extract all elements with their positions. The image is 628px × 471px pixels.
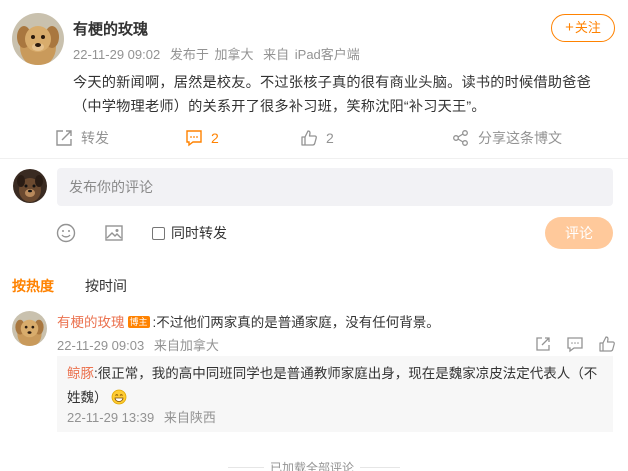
comment-like-icon[interactable] — [598, 335, 616, 353]
post-timestamp[interactable]: 22-11-29 09:02 — [73, 47, 160, 62]
reply-meta: 22-11-29 13:39 来自陕西 — [67, 407, 216, 426]
tab-by-popularity[interactable]: 按热度 — [12, 276, 54, 296]
reply-text: :很正常，我的高中同班同学也是普通教师家庭出身，现在是魏家凉皮法定代表人（不姓魏… — [67, 366, 598, 405]
comment-body: 有梗的玫瑰 博主:不过他们两家真的是普通家庭，没有任何背景。 — [57, 311, 440, 331]
like-button[interactable]: 2 — [300, 124, 334, 152]
follow-button[interactable]: +关注 — [551, 14, 615, 42]
repost-label: 转发 — [81, 130, 109, 146]
post-location: 加拿大 — [214, 47, 254, 62]
post-source: iPad客户端 — [294, 47, 360, 62]
post-meta: 22-11-29 09:02 发布于 加拿大 来自 iPad客户端 — [73, 44, 360, 63]
comment-text: :不过他们两家真的是普通家庭，没有任何背景。 — [152, 315, 440, 330]
comment-username[interactable]: 有梗的玫瑰 — [57, 315, 125, 330]
source-prefix: 来自 — [263, 47, 290, 62]
follow-label: 关注 — [574, 20, 601, 35]
author-name[interactable]: 有梗的玫瑰 — [73, 18, 148, 39]
reply-thread: 鲸豚:很正常，我的高中同班同学也是普通教师家庭出身，现在是魏家凉皮法定代表人（不… — [57, 356, 613, 432]
repost-icon — [56, 130, 72, 146]
reply-username[interactable]: 鲸豚 — [67, 366, 94, 381]
posted-in-prefix: 发布于 — [169, 47, 209, 62]
emoji-icon[interactable] — [55, 222, 77, 244]
repost-too-checkbox[interactable]: 同时转发 — [152, 223, 227, 243]
reply-location: 来自陕西 — [163, 410, 216, 425]
submit-comment-button[interactable]: 评论 — [545, 217, 613, 249]
comment-location: 来自加拿大 — [153, 338, 219, 353]
post-text: 今天的新闻啊，居然是校友。不过张核子真的很有商业头脑。读书的时候借助爸爸（中学物… — [73, 75, 591, 115]
commenter-avatar[interactable] — [12, 311, 47, 346]
comment-repost-icon[interactable] — [534, 335, 552, 353]
comment-reply-icon[interactable] — [566, 335, 584, 353]
thumbs-up-icon — [301, 130, 317, 146]
tab-by-time[interactable]: 按时间 — [85, 276, 127, 296]
share-label: 分享这条博文 — [478, 130, 562, 146]
comment-button[interactable]: 2 — [185, 124, 219, 152]
author-avatar[interactable] — [12, 13, 64, 65]
comment-icon — [186, 130, 202, 147]
repost-button[interactable]: 转发 — [55, 124, 109, 152]
comment-input[interactable] — [57, 168, 613, 206]
post-actions: 转发 2 2 分享这条博文 — [0, 124, 628, 152]
repost-too-label: 同时转发 — [171, 225, 227, 241]
comment-timestamp: 22-11-29 09:03 — [57, 338, 145, 353]
reply-body: 鲸豚:很正常，我的高中同班同学也是普通教师家庭出身，现在是魏家凉皮法定代表人（不… — [67, 362, 607, 413]
all-comments-loaded-text: 已加载全部评论 — [264, 459, 361, 471]
comment-meta: 22-11-29 09:03 来自加拿大 — [57, 335, 219, 354]
current-user-avatar[interactable] — [13, 169, 47, 203]
divider — [0, 158, 628, 159]
comment-sort-tabs: 按热度 按时间 — [12, 276, 158, 296]
weibo-post: 有梗的玫瑰 22-11-29 09:02 发布于 加拿大 来自 iPad客户端 … — [0, 0, 628, 156]
image-icon[interactable] — [103, 222, 125, 244]
share-button[interactable]: 分享这条博文 — [452, 124, 562, 152]
author-badge: 博主 — [127, 316, 150, 328]
reply-timestamp: 22-11-29 13:39 — [67, 410, 155, 425]
share-icon — [453, 130, 468, 146]
like-count: 2 — [326, 130, 334, 146]
comment-count: 2 — [211, 130, 219, 146]
checkbox-box[interactable] — [152, 226, 165, 240]
plus-icon: + — [565, 19, 574, 36]
